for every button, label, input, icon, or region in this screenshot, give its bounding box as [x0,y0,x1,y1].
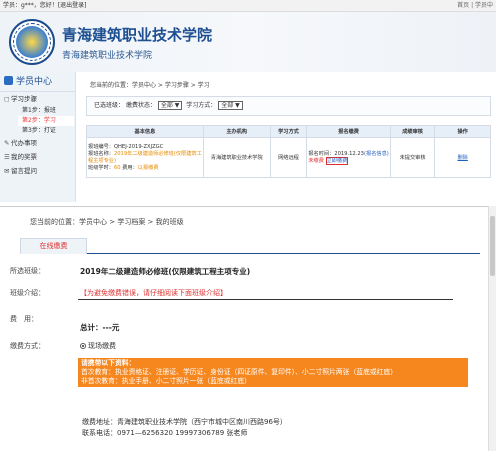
filter-bar: 已选班级： 缴费状态： 全部 ▼ 学习方式： 全部 ▼ [86,96,491,116]
sidebar-item-tickets[interactable]: ☰我的奖票 [0,150,75,164]
cell-org: 青海建筑职业技术学院 [202,137,271,178]
pay-option-label: 现场缴费 [88,342,116,350]
scrollbar-thumb[interactable] [490,216,495,276]
notice-first-time: 首次教育：执业资格证、注册证、学历证、身份证（四证原件、复印件）、小二寸照片两张… [81,368,398,376]
pay-method-label: 缴费方式： [10,342,45,350]
col-mode: 学习方式 [269,125,308,138]
sidebar-item-messages[interactable]: ✉ 留言提问 [0,164,75,178]
school-name: 青海建筑职业技术学院 [62,26,213,44]
class-hours: 60 [113,164,121,171]
sidebar-sub-step1[interactable]: 第1步：报班 [0,106,75,116]
delete-link[interactable]: 删除 [457,155,467,161]
cell-basic-info: 报班编号：QHEJ-2019-ZXJZGC 报班名称：2019年二级建造师必修班… [86,137,204,178]
class-fee: 以报缴费 [137,164,159,171]
breadcrumb: 您当前的位置：学员中心 > 学习步骤 > 学习 [90,82,210,89]
radio-onsite[interactable] [80,343,86,349]
study-mode-label: 学习方式： [186,102,217,109]
class-hours-label: 班级学时： [88,164,114,171]
site-header: 青海建筑职业技术学院 青海建筑职业技术学院 [0,12,496,72]
intro-label: 班级介绍： [10,289,45,297]
class-value: 2019年二级建造师必修班(仅限建筑工程主项专业) [80,267,251,276]
pay-status-select[interactable]: 全部 ▼ [157,101,183,110]
notice-non-first: 非首次教育：执业手册、小二寸照片一张（蓝底或红底） [81,377,251,385]
fee-value: 总计：---元 [80,323,120,332]
payment-tabbar: 在线缴费 [20,238,480,254]
sidebar-item-todo[interactable]: ✎ 代办事项 [0,136,75,150]
school-subtitle: 青海建筑职业技术学院 [62,51,153,61]
notice-head: 请携带以下资料： [81,359,136,367]
sidebar-item-label: 学习步骤 [11,95,37,103]
sidebar-item-label: 我的奖票 [11,153,37,161]
sidebar-title-label: 学员中心 [16,77,53,87]
cell-mode: 网络远程 [269,137,308,178]
col-apply: 报名缴费 [306,125,391,138]
class-name-label: 报班名称： [88,150,114,157]
cell-review: 未提交审核 [389,137,436,178]
pay-address: 缴费地址：青海建筑职业技术学院（西宁市城中区南川西路96号） [82,418,287,426]
unpaid-status: 未缴费 [308,157,324,164]
sidebar-title: 学员中心 [0,72,75,92]
top-right-links[interactable]: 首页 | 学员中 [457,0,493,12]
sidebar-item-label: 留言提问 [11,167,37,175]
cell-apply: 报名时间：2019.12.23(报名信息) 未缴费 立即缴费 [306,137,391,178]
ticket-icon: ☰ [4,153,10,161]
col-action: 操作 [434,125,491,138]
apply-info-link[interactable]: (报名信息) [364,151,389,157]
table-row: 报班编号：QHEJ-2019-ZXJZGC 报班名称：2019年二级建造师必修班… [86,137,491,178]
class-fee-label: 费用： [120,164,138,171]
logout-link[interactable]: [退出登录] [58,2,87,9]
apply-time: 报名时间：2019.12.23 [308,150,364,157]
payment-panel: 您当前的位置：学员中心 > 学习档案 > 我的班级 在线缴费 [0,206,496,451]
sidebar: 学员中心 ◻ 学习步骤 第1步：报班 第2步：学习 第3步：打证 ✎ 代办事项 ☰我… [0,72,76,202]
study-mode-value: 全部 [221,102,234,109]
materials-notice: 请携带以下资料： 首次教育：执业资格证、注册证、学历证、身份证（四证原件、复印件… [78,358,468,387]
filter-class-label: 已选班级： [94,102,125,109]
message-icon: ✉ [4,167,10,175]
class-code: 报班编号：QHEJ-2019-ZXJZGC [88,143,164,150]
steps-icon: ◻ [4,95,10,103]
fee-label: 费 用： [10,315,38,323]
scrollbar[interactable] [488,206,496,451]
study-mode-select[interactable]: 全部 ▼ [218,101,243,110]
tab-online-payment[interactable]: 在线缴费 [20,238,87,254]
sidebar-sub-step2[interactable]: 第2步：学习 [18,116,74,126]
sidebar-item-label: 代办事项 [11,139,37,147]
col-review: 成绩审核 [389,125,436,138]
pay-phone: 联系电话：0971—6256320 19997306789 张老师 [82,429,248,437]
main-panel: 您当前的位置：学员中心 > 学习步骤 > 学习 已选班级： 缴费状态： 全部 ▼… [76,72,496,202]
col-basic-info: 基本信息 [86,125,204,138]
user-center-icon [4,76,13,85]
class-label: 所选班级： [10,267,45,275]
pay-now-button[interactable]: 立即缴费 [325,156,349,165]
pay-status-label: 缴费状态： [125,102,156,109]
pay-status-value: 全部 [160,102,173,109]
pay-method-option[interactable]: 现场缴费 [80,341,116,351]
sidebar-sub-step3[interactable]: 第3步：打证 [0,126,75,136]
sidebar-item-study-steps[interactable]: ◻ 学习步骤 [0,92,75,106]
todo-icon: ✎ [4,139,10,147]
greeting: 学员：g***，您好！ [3,2,58,9]
col-org: 主办机构 [202,125,271,138]
top-bar: 学员：g***，您好！[退出登录] 首页 | 学员中 [0,0,496,12]
cell-action: 删除 [434,137,491,178]
intro-value: 【为避免缴费错误，请仔细阅读下面班级介绍】 [80,289,227,297]
class-table: 基本信息 主办机构 学习方式 报名缴费 成绩审核 操作 报班编号：QHEJ-20… [86,125,491,178]
school-logo-icon [9,19,55,65]
payment-breadcrumb: 您当前的位置：学员中心 > 学习档案 > 我的班级 [30,218,184,226]
